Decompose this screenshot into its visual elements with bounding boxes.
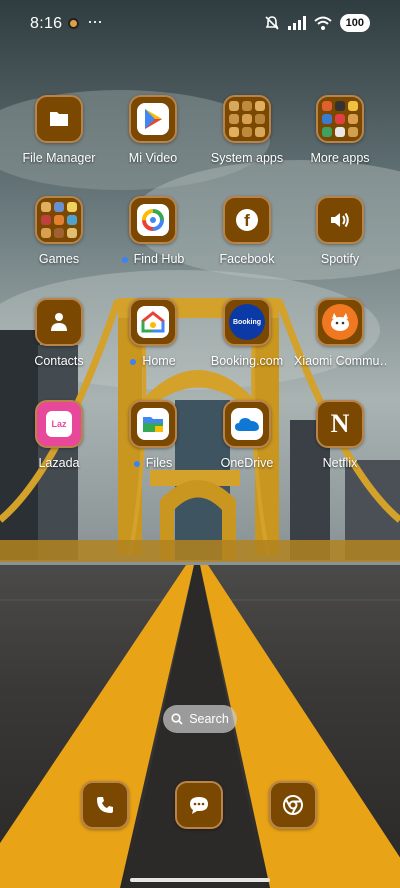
status-bar: 8:16 ··· 100 — [0, 0, 400, 48]
app-label: Booking.com — [210, 354, 284, 368]
netflix-logo-text: N — [330, 409, 350, 438]
app-label: OneDrive — [220, 456, 274, 470]
lazada-logo-text: Laz — [46, 411, 72, 437]
app-contacts[interactable]: Contacts — [13, 298, 105, 368]
gesture-home-bar[interactable] — [130, 878, 270, 882]
booking-logo-text: Booking — [233, 318, 261, 326]
more-notifications-icon: ··· — [87, 11, 103, 31]
new-install-dot — [133, 460, 140, 467]
app-label: Files — [107, 456, 199, 470]
wifi-icon — [313, 16, 332, 30]
app-files[interactable]: Files — [107, 400, 199, 470]
facebook-icon: f — [223, 196, 271, 244]
folder-grid-icon — [223, 95, 271, 143]
onedrive-icon — [223, 400, 271, 448]
app-find-hub[interactable]: Find Hub — [107, 196, 199, 266]
notification-app-icon — [68, 18, 79, 29]
folder-system-apps[interactable]: System apps — [201, 95, 293, 165]
app-onedrive[interactable]: OneDrive — [201, 400, 293, 470]
app-home[interactable]: Home — [107, 298, 199, 368]
app-label: Games — [38, 252, 80, 266]
app-label: More apps — [310, 151, 370, 165]
app-label: System apps — [210, 151, 284, 165]
app-label: Contacts — [34, 354, 84, 368]
chrome-icon — [269, 781, 317, 829]
app-label: Netflix — [322, 456, 358, 470]
app-spotify[interactable]: Spotify — [294, 196, 386, 266]
new-install-dot — [121, 256, 128, 263]
booking-icon: Booking — [223, 298, 271, 346]
dock-chrome[interactable] — [263, 781, 323, 829]
folder-grid-icon — [35, 196, 83, 244]
clock: 8:16 — [30, 15, 63, 32]
app-label: Facebook — [219, 252, 275, 266]
search-button[interactable]: Search — [163, 705, 237, 733]
find-hub-icon — [129, 196, 177, 244]
search-icon — [171, 713, 183, 725]
app-facebook[interactable]: f Facebook — [201, 196, 293, 266]
netflix-icon: N — [316, 400, 364, 448]
folder-games[interactable]: Games — [13, 196, 105, 266]
person-icon — [35, 298, 83, 346]
new-install-dot — [130, 358, 137, 365]
lazada-icon: Laz — [35, 400, 83, 448]
app-mi-video[interactable]: Mi Video — [107, 95, 199, 165]
app-booking[interactable]: Booking Booking.com — [201, 298, 293, 368]
app-label: Home — [107, 354, 199, 368]
play-icon — [129, 95, 177, 143]
silent-mode-icon — [265, 16, 279, 30]
phone-icon — [81, 781, 129, 829]
app-label: File Manager — [22, 151, 96, 165]
app-label: Mi Video — [128, 151, 178, 165]
google-home-icon — [129, 298, 177, 346]
app-label: Xiaomi Commu… — [294, 354, 386, 368]
speaker-icon — [316, 196, 364, 244]
folder-icon — [35, 95, 83, 143]
app-netflix[interactable]: N Netflix — [294, 400, 386, 470]
app-label: Find Hub — [107, 252, 199, 266]
dock-messages[interactable] — [169, 781, 229, 829]
files-icon — [129, 400, 177, 448]
folder-more-apps[interactable]: More apps — [294, 95, 386, 165]
xiaomi-community-icon — [316, 298, 364, 346]
app-xiaomi-community[interactable]: Xiaomi Commu… — [294, 298, 386, 368]
dock-phone[interactable] — [75, 781, 135, 829]
search-label: Search — [189, 712, 229, 726]
app-label: Spotify — [320, 252, 360, 266]
folder-grid-icon — [316, 95, 364, 143]
battery-indicator: 100 — [339, 14, 370, 32]
signal-icon — [287, 16, 306, 30]
app-label: Lazada — [38, 456, 80, 470]
app-file-manager[interactable]: File Manager — [13, 95, 105, 165]
messages-icon — [175, 781, 223, 829]
app-lazada[interactable]: Laz Lazada — [13, 400, 105, 470]
